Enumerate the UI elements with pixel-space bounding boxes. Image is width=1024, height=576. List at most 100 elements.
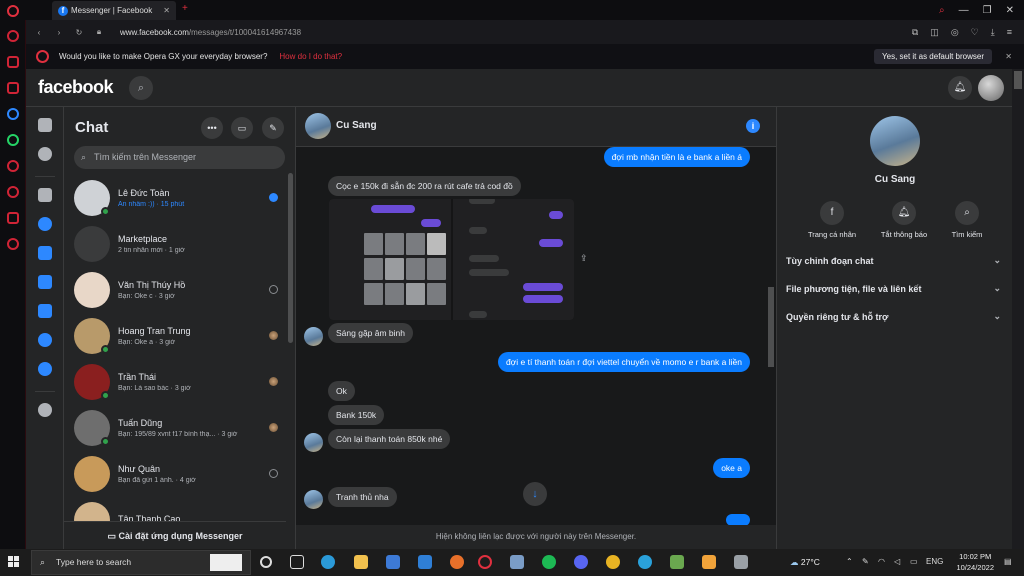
scroll-to-bottom-icon[interactable]: ↓ xyxy=(523,482,547,506)
edge-icon[interactable] xyxy=(321,555,335,569)
cube-icon[interactable] xyxy=(6,212,19,224)
search-action[interactable]: ⌕ Tìm kiếm xyxy=(932,201,1002,239)
conversation-item[interactable]: Tuấn Dũng Bạn: 195/89 xvnt f17 bình thạ..… xyxy=(64,405,286,451)
messenger-search-input[interactable]: ⌕ Tìm kiếm trên Messenger xyxy=(74,146,285,169)
tracker-icon[interactable]: ◎ xyxy=(951,27,959,38)
message-incoming[interactable]: Còn lại thanh toán 850k nhé xyxy=(328,429,451,449)
store-icon[interactable] xyxy=(386,555,400,569)
conversation-item[interactable]: Marketplace 2 tin nhắn mới · 1 giờ xyxy=(64,221,286,267)
conversation-info-icon[interactable]: i xyxy=(746,119,760,133)
install-messenger-button[interactable]: ▭ Cài đặt ứng dụng Messenger xyxy=(64,521,286,549)
message-incoming[interactable]: Sáng gặp âm binh xyxy=(328,323,413,343)
download-icon[interactable]: ⤓ xyxy=(991,27,995,38)
memories-icon[interactable] xyxy=(37,362,52,376)
conversation-item[interactable]: Như Quân Bạn đã gửi 1 ảnh. · 4 giờ xyxy=(64,451,286,497)
video-icon[interactable] xyxy=(37,304,52,318)
share-icon[interactable]: ⇪ xyxy=(580,253,588,264)
globe-icon[interactable] xyxy=(37,147,52,161)
search-tabs-icon[interactable]: ⌕ xyxy=(939,5,945,16)
page-scrollbar[interactable] xyxy=(1012,69,1024,549)
task-view-icon[interactable] xyxy=(290,555,304,569)
message-outgoing[interactable]: đợi mb nhận tiền là e bank a liền á xyxy=(603,147,750,167)
maximize-icon[interactable]: ❐ xyxy=(983,5,992,16)
app-icon[interactable] xyxy=(510,555,524,569)
facebook-logo[interactable]: facebook xyxy=(38,77,114,98)
messenger-icon[interactable] xyxy=(6,108,19,120)
player-icon[interactable] xyxy=(6,160,19,172)
search-icon[interactable]: ⌕ xyxy=(129,76,153,100)
conversation-item[interactable]: Lê Đức Toàn Ấn nhầm :)) · 15 phút xyxy=(64,175,286,221)
message-incoming[interactable]: Cọc e 150k đi sẵn đc 200 ra rút cafe trả… xyxy=(328,176,521,196)
contact-profile-avatar[interactable] xyxy=(870,116,920,166)
message-outgoing[interactable]: oke a xyxy=(713,458,750,478)
reload-icon[interactable]: ↻ xyxy=(72,28,86,37)
volume-icon[interactable]: ◁ xyxy=(894,557,900,566)
bag-icon[interactable] xyxy=(6,56,19,68)
spotify-icon[interactable] xyxy=(542,555,556,569)
chat-list-scrollbar[interactable] xyxy=(286,169,294,549)
close-window-icon[interactable]: ✕ xyxy=(1006,5,1014,16)
weather-widget[interactable]: ☁ 27°C xyxy=(790,557,820,568)
app3-icon[interactable] xyxy=(702,555,716,569)
account-avatar[interactable] xyxy=(978,75,1004,101)
infobar-help-link[interactable]: How do I do that? xyxy=(279,52,342,61)
home-icon[interactable] xyxy=(37,118,52,132)
new-tab-icon[interactable]: + xyxy=(182,3,188,14)
contact-avatar[interactable] xyxy=(305,113,331,139)
discord-icon[interactable] xyxy=(574,555,588,569)
groups-icon[interactable] xyxy=(37,333,52,347)
battery-icon[interactable]: ▭ xyxy=(910,557,918,566)
back-icon[interactable]: ‹ xyxy=(32,28,46,37)
privacy-support-section[interactable]: Quyền riêng tư & hỗ trợ ⌄ xyxy=(786,311,1001,322)
browser-tab[interactable]: f Messenger | Facebook ✕ xyxy=(52,1,176,20)
close-tab-icon[interactable]: ✕ xyxy=(163,6,170,15)
firefox-icon[interactable] xyxy=(450,555,464,569)
new-message-icon[interactable]: ✎ xyxy=(262,117,284,139)
more-options-icon[interactable]: ••• xyxy=(201,117,223,139)
menu-icon[interactable]: ≡ xyxy=(1007,27,1012,38)
new-room-icon[interactable]: ▭ xyxy=(231,117,253,139)
messenger-icon[interactable] xyxy=(37,217,52,231)
chrome-icon[interactable] xyxy=(606,555,620,569)
taskbar-search-input[interactable]: ⌕ Type here to search xyxy=(31,550,251,575)
conversation-scrollbar[interactable] xyxy=(766,147,776,521)
clock[interactable]: 10:02 PM 10/24/2022 xyxy=(956,551,994,573)
cortana-icon[interactable] xyxy=(260,556,272,568)
set-default-button[interactable]: Yes, set it as default browser xyxy=(874,49,992,64)
close-infobar-icon[interactable]: ✕ xyxy=(1005,52,1012,61)
conversation-item[interactable]: Văn Thị Thúy Hồ Bạn: Oke c · 3 giờ xyxy=(64,267,286,313)
profile-action[interactable]: f Trang cá nhân xyxy=(797,201,867,239)
url-field[interactable]: www.facebook.com/messages/t/100041614967… xyxy=(120,28,301,37)
chevron-up-icon[interactable]: ⌃ xyxy=(846,557,853,566)
marketplace-icon[interactable] xyxy=(37,275,52,289)
speed-dial-icon[interactable] xyxy=(6,30,19,42)
apps-grid-icon[interactable] xyxy=(37,188,52,202)
message-incoming[interactable]: Ok xyxy=(328,381,355,401)
telegram-icon[interactable] xyxy=(638,555,652,569)
conversation-item[interactable]: Hoang Tran Trung Bạn: Oke a · 3 giờ xyxy=(64,313,286,359)
conversation-item[interactable]: Trần Thái Bạn: Là sao bác · 3 giờ xyxy=(64,359,286,405)
settings-icon[interactable] xyxy=(6,238,19,250)
camera-icon[interactable]: ◫ xyxy=(930,27,939,38)
file-explorer-icon[interactable] xyxy=(354,555,368,569)
pen-icon[interactable]: ✎ xyxy=(862,557,869,566)
language-icon[interactable]: ENG xyxy=(926,557,943,566)
opera-logo-icon[interactable] xyxy=(7,5,19,17)
customize-chat-section[interactable]: Tùy chỉnh đoạn chat ⌄ xyxy=(786,255,1001,266)
app2-icon[interactable] xyxy=(670,555,684,569)
shared-screenshot-image[interactable] xyxy=(329,199,574,320)
bookmark-heart-icon[interactable]: ♡ xyxy=(971,27,979,38)
people-icon[interactable] xyxy=(37,246,52,260)
message-outgoing[interactable]: đợi e tí thanh toán r đợi viettel chuyển… xyxy=(497,352,750,372)
twitch-icon[interactable] xyxy=(6,82,19,94)
extension-icon[interactable]: ⧉ xyxy=(912,27,918,38)
link-icon[interactable] xyxy=(37,403,52,417)
whatsapp-icon[interactable] xyxy=(6,134,19,146)
mute-action[interactable]: 🔔︎ Tắt thông báo xyxy=(869,201,939,239)
media-files-section[interactable]: File phương tiện, file và liên kết ⌄ xyxy=(786,283,1001,294)
opera-gx-taskbar-icon[interactable] xyxy=(478,555,492,569)
message-incoming[interactable]: Bank 150k xyxy=(328,405,385,425)
forward-icon[interactable]: › xyxy=(52,28,66,37)
windows-start-icon[interactable] xyxy=(8,556,20,568)
wifi-icon[interactable]: ◠ xyxy=(878,557,885,566)
